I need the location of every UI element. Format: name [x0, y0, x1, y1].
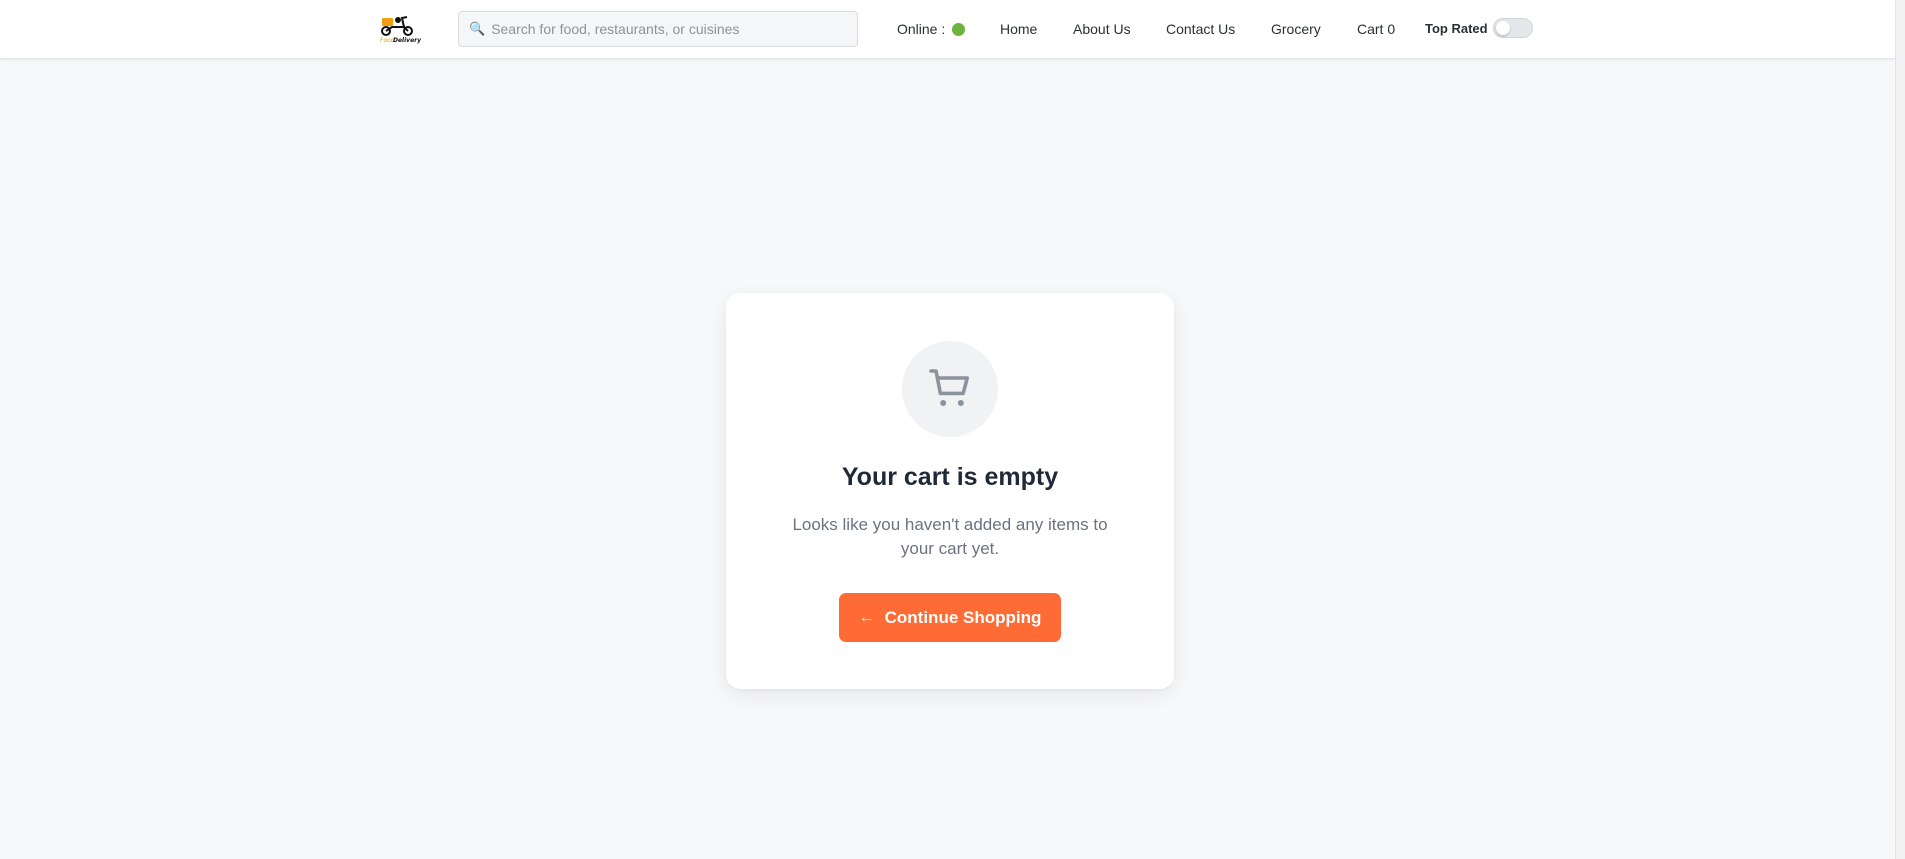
- search-input[interactable]: [491, 21, 852, 37]
- top-rated-filter: Top Rated: [1425, 18, 1533, 38]
- svg-text:Delivery: Delivery: [393, 37, 422, 44]
- shopping-cart-icon: [929, 369, 969, 406]
- continue-shopping-label: Continue Shopping: [884, 607, 1042, 627]
- nav-grocery-link[interactable]: Grocery: [1271, 21, 1321, 37]
- page-scrollbar[interactable]: [1895, 0, 1905, 859]
- nav-contact-link[interactable]: Contact Us: [1166, 21, 1235, 37]
- toggle-knob: [1495, 21, 1510, 35]
- online-indicator-icon: [952, 23, 966, 36]
- arrow-left-icon: ←: [858, 608, 875, 626]
- scooter-logo-icon: Food Delivery: [380, 16, 422, 44]
- continue-shopping-button[interactable]: ← Continue Shopping: [839, 593, 1061, 642]
- top-rated-label: Top Rated: [1425, 20, 1488, 36]
- search-icon: 🔍: [469, 21, 486, 36]
- top-navbar: Food Delivery 🔍 Online : Home About Us C…: [0, 0, 1895, 59]
- online-status: Online :: [897, 21, 966, 37]
- empty-cart-card: Your cart is empty Looks like you haven'…: [726, 293, 1174, 689]
- nav-cart-link[interactable]: Cart 0: [1357, 21, 1395, 37]
- top-rated-toggle[interactable]: [1492, 18, 1533, 38]
- empty-cart-title: Your cart is empty: [841, 463, 1059, 491]
- nav-about-link[interactable]: About Us: [1073, 21, 1131, 37]
- online-status-label: Online :: [897, 21, 946, 37]
- empty-cart-message: Looks like you haven't added any items t…: [792, 515, 1108, 558]
- search-bar[interactable]: 🔍: [458, 11, 858, 47]
- scrollbar-thumb[interactable]: [1897, 0, 1904, 859]
- nav-home-link[interactable]: Home: [1000, 21, 1037, 37]
- cart-illustration: [902, 341, 998, 437]
- brand-logo[interactable]: Food Delivery: [378, 10, 422, 44]
